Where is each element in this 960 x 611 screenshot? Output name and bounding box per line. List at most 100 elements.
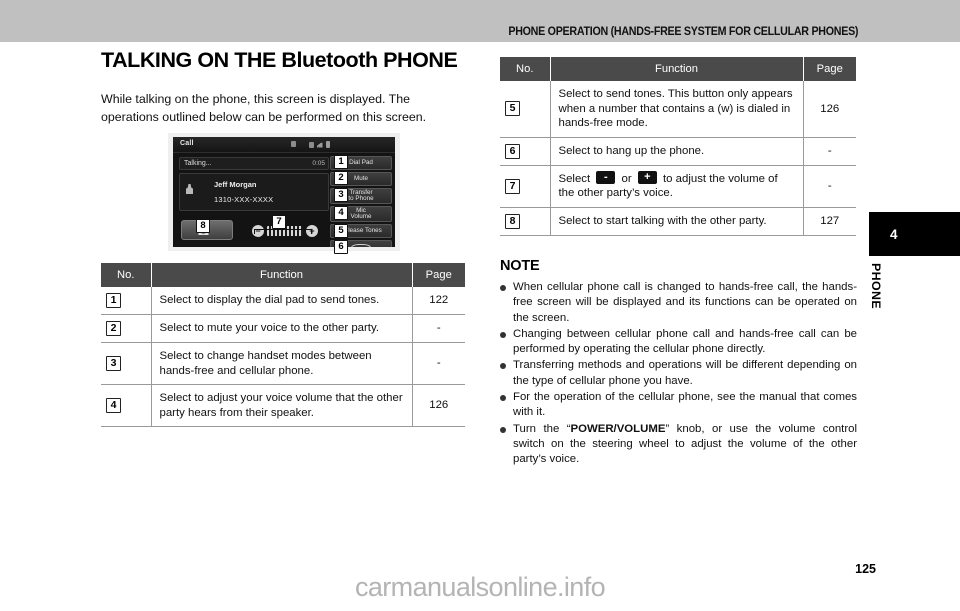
row-number-cell: 1	[101, 287, 152, 315]
table-header-row: No. Function Page	[101, 263, 465, 287]
nav-screen-illustration: Call Talking... 0:05 Jeff Morgan 1310-XX…	[168, 133, 400, 254]
left-function-table: No. Function Page 1 Select to display th…	[101, 263, 465, 427]
row-number-cell: 3	[101, 342, 152, 385]
header-page: Page	[412, 263, 465, 287]
note-item: Changing between cellular phone call and…	[500, 327, 857, 358]
site-watermark: carmanualsonline.info	[354, 572, 606, 602]
note-item: Transferring methods and operations will…	[500, 358, 857, 389]
table-row: 6 Select to hang up the phone. -	[500, 137, 856, 166]
screen-title-label: Call	[180, 140, 194, 147]
callout-7-leader	[254, 229, 312, 231]
row-number-cell: 2	[101, 314, 152, 343]
row-function-cell: Select to hang up the phone.	[550, 137, 803, 166]
row-number-box: 4	[106, 398, 121, 413]
row-number-box: 5	[505, 101, 520, 117]
row-function-cell: Select to change handset modes between h…	[151, 342, 412, 385]
manual-page: PHONE OPERATION (HANDS-FREE SYSTEM FOR C…	[0, 0, 960, 611]
callout-5: 5	[334, 224, 348, 238]
row-number-cell: 4	[101, 384, 152, 427]
callout-2: 2	[334, 171, 348, 185]
intro-line-1: While talking on the phone, this screen …	[101, 92, 411, 106]
note-title: NOTE	[500, 258, 540, 274]
call-timer: 0:05	[312, 160, 325, 167]
row7-text-mid: or	[621, 172, 632, 185]
screen-top-bar	[173, 137, 395, 153]
row-page-cell: 122	[411, 287, 465, 315]
header-function: Function	[550, 57, 804, 81]
row-function-cell: Select to start talking with the other p…	[550, 207, 803, 236]
chapter-name: PHONE	[869, 263, 883, 310]
volume-plus-key-glyph: +	[637, 170, 657, 184]
row-page-cell: 126	[411, 384, 465, 427]
row-number-cell: 5	[500, 81, 551, 138]
table-row: 7 Select - or + to adjust the volume of …	[500, 165, 856, 208]
running-header-title: PHONE OPERATION (HANDS-FREE SYSTEM FOR C…	[508, 26, 858, 38]
volume-minus-key-glyph: -	[596, 170, 616, 184]
caller-number: 1310-XXX-XXXX	[214, 195, 274, 204]
table-row: 2 Select to mute your voice to the other…	[101, 314, 465, 343]
row-page-cell: 126	[802, 81, 856, 138]
right-function-table: No. Function Page 5 Select to send tones…	[500, 57, 856, 236]
callout-4: 4	[334, 206, 348, 220]
row-page-cell: -	[802, 137, 856, 166]
note-item-power-volume: Turn the “POWER/VOLUME” knob, or use the…	[500, 422, 857, 468]
note-list: When cellular phone call is changed to h…	[500, 280, 857, 468]
table-row: 5 Select to send tones. This button only…	[500, 81, 856, 138]
row-page-cell: -	[411, 314, 465, 343]
row-function-cell: Select to display the dial pad to send t…	[151, 287, 412, 315]
row-function-cell: Select to adjust your voice volume that …	[151, 384, 412, 427]
intro-paragraph: While talking on the phone, this screen …	[101, 90, 465, 126]
caller-card: Jeff Morgan 1310-XXX-XXXX	[179, 173, 329, 211]
note-section: NOTE When cellular phone call is changed…	[500, 258, 857, 469]
table-row: 1 Select to display the dial pad to send…	[101, 287, 465, 315]
row-number-cell: 6	[500, 137, 551, 166]
transfer-label-line2: to Phone	[348, 195, 374, 202]
row7-text-post: to adjust the volume of the other party’…	[558, 172, 778, 200]
row7-text-pre: Select	[558, 172, 591, 185]
callout-7-leader-right	[311, 229, 313, 234]
bluetooth-status-icon	[291, 141, 296, 147]
power-volume-term: POWER/VOLUME	[570, 422, 666, 435]
callout-8: 8	[196, 219, 210, 233]
table-row: 3 Select to change handset modes between…	[101, 342, 465, 385]
header-no: No.	[500, 57, 551, 81]
row-number-box: 3	[106, 356, 121, 371]
row-function-cell: Select to send tones. This button only a…	[550, 81, 803, 138]
header-no: No.	[101, 263, 152, 287]
signal-status-icons	[309, 141, 330, 148]
row-number-box: 1	[106, 293, 121, 308]
row-page-cell: 127	[802, 207, 856, 236]
table-header-row: No. Function Page	[500, 57, 856, 81]
caller-name: Jeff Morgan	[214, 180, 257, 189]
call-status-text: Talking...	[184, 160, 212, 167]
header-function: Function	[151, 263, 413, 287]
row-page-cell: -	[411, 342, 465, 385]
row-page-cell: -	[802, 165, 856, 208]
callout-7-leader-left	[254, 229, 256, 234]
callout-1: 1	[334, 155, 348, 169]
callout-3: 3	[334, 188, 348, 202]
row-number-box: 7	[505, 178, 520, 194]
row-number-cell: 7	[500, 165, 551, 208]
callout-7: 7	[272, 215, 286, 229]
table-row: 8 Select to start talking with the other…	[500, 207, 856, 236]
page-title: TALKING ON THE Bluetooth PHONE	[101, 48, 458, 72]
callout-6: 6	[334, 240, 348, 254]
note-last-pre: Turn the “	[513, 422, 571, 435]
row-number-cell: 8	[500, 207, 551, 236]
row-number-box: 6	[505, 143, 520, 159]
intro-line-2: operations outlined below can be perform…	[101, 110, 427, 124]
mic-volume-line2: Volume	[350, 213, 372, 220]
row-function-cell: Select to mute your voice to the other p…	[151, 314, 412, 343]
header-page: Page	[803, 57, 856, 81]
chapter-number: 4	[890, 226, 898, 242]
chapter-tab: 4	[869, 212, 960, 256]
call-status-field: Talking... 0:05	[179, 157, 329, 170]
note-item: When cellular phone call is changed to h…	[500, 280, 857, 326]
hang-up-icon	[351, 243, 371, 247]
note-item: For the operation of the cellular phone,…	[500, 390, 857, 421]
table-row: 4 Select to adjust your voice volume tha…	[101, 384, 465, 427]
row-function-cell: Select - or + to adjust the volume of th…	[550, 165, 803, 208]
left-column: TALKING ON THE Bluetooth PHONE While tal…	[101, 48, 465, 254]
row-number-box: 8	[505, 213, 520, 229]
